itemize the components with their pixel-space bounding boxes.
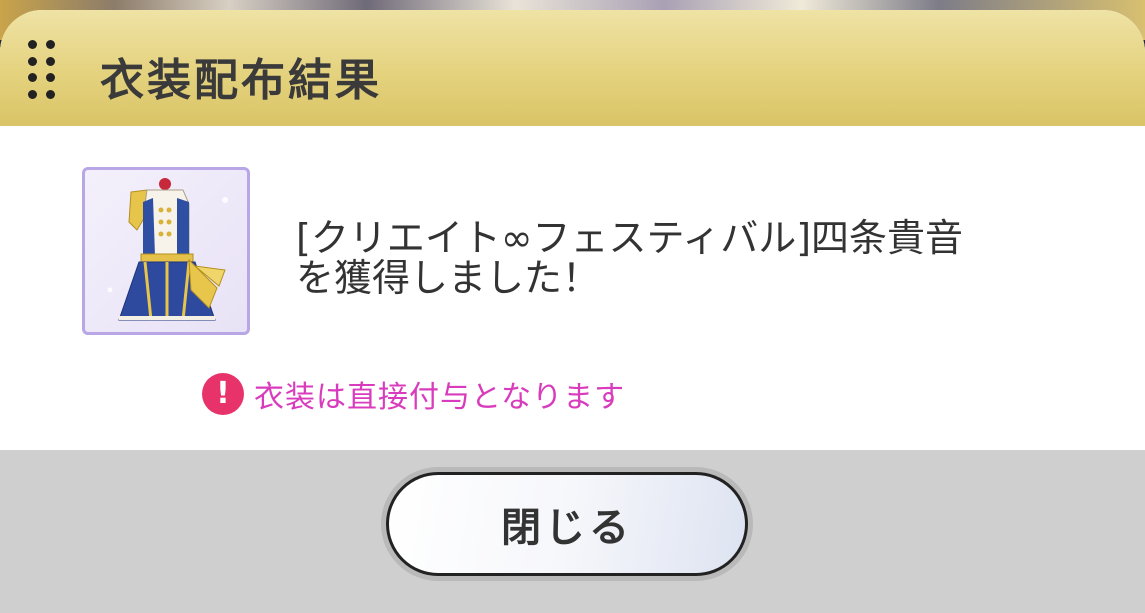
close-button[interactable]: 閉じる (386, 472, 748, 576)
dialog-title: 衣装配布結果 (100, 55, 382, 106)
costume-illustration (107, 178, 228, 321)
message-line-2: を獲得しました！ (296, 256, 601, 300)
close-button-label: 閉じる (501, 505, 633, 551)
drag-handle-icon[interactable] (28, 40, 58, 100)
acquisition-message: [クリエイト∞フェスティバル]四条貴音 を獲得しました！ (296, 218, 1056, 298)
dialog-header: 衣装配布結果 (0, 10, 1145, 126)
exclamation-icon: ! (202, 373, 244, 415)
notice-text: 衣装は直接付与となります (254, 380, 626, 415)
notice-row: ! 衣装は直接付与となります (202, 372, 625, 416)
costume-thumbnail (82, 167, 250, 335)
message-line-1: [クリエイト∞フェスティバル]四条貴音 (296, 216, 964, 260)
